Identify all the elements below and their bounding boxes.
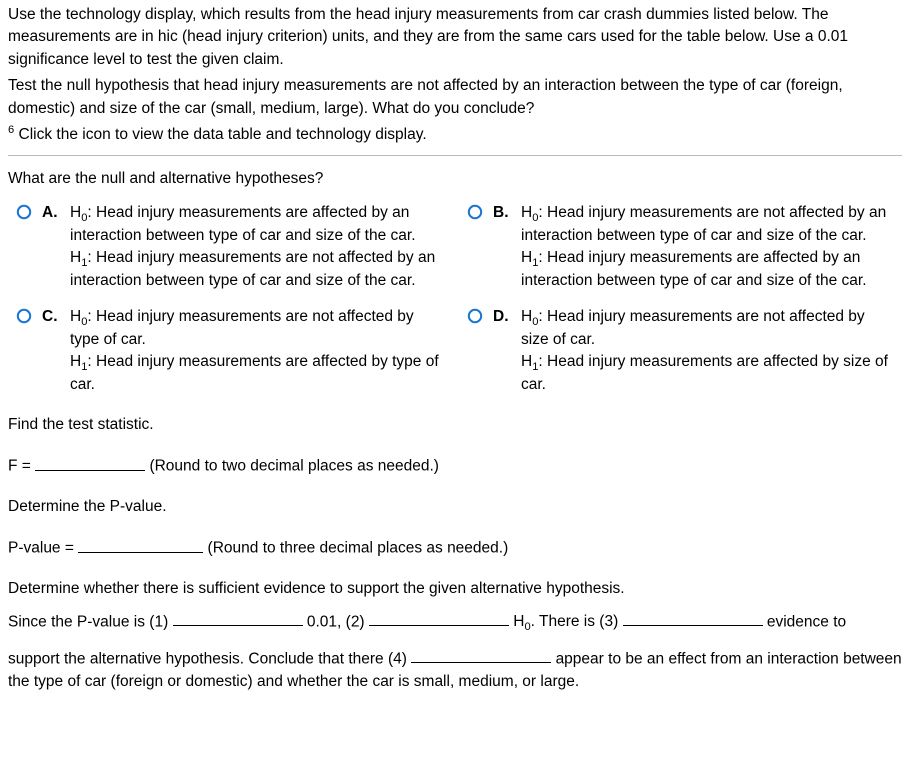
intro-paragraph-3: 6 Click the icon to view the data table …: [8, 124, 902, 146]
pvalue-label: P-value =: [8, 540, 74, 557]
concl-s1b: 0.01, (2): [307, 613, 365, 630]
blank-2[interactable]: [369, 611, 509, 627]
question-hypotheses: What are the null and alternative hypoth…: [8, 168, 902, 190]
choice-grid: A. H0: Head injury measurements are affe…: [8, 202, 902, 396]
choice-d-letter: D.: [493, 306, 513, 328]
pvalue-hint: (Round to three decimal places as needed…: [208, 540, 509, 557]
choice-d-body: H0: Head injury measurements are not aff…: [521, 306, 894, 396]
concl-s1a: Since the P-value is (1): [8, 613, 168, 630]
radio-b-icon[interactable]: [467, 204, 483, 220]
divider: [8, 155, 902, 156]
f-line: F = (Round to two decimal places as need…: [8, 452, 902, 478]
blank-1[interactable]: [173, 611, 303, 627]
pvalue-input[interactable]: [78, 534, 203, 553]
radio-a-icon[interactable]: [16, 204, 32, 220]
f-input[interactable]: [35, 452, 145, 471]
choice-c-letter: C.: [42, 306, 62, 328]
intro-p3-text: Click the icon to view the data table an…: [14, 126, 426, 143]
choice-b-body: H0: Head injury measurements are not aff…: [521, 202, 894, 292]
choice-d[interactable]: D. H0: Head injury measurements are not …: [467, 306, 894, 396]
f-label: F =: [8, 458, 31, 475]
choice-c[interactable]: C. H0: Head injury measurements are not …: [16, 306, 443, 396]
blank-4[interactable]: [411, 648, 551, 664]
conclusion-title: Determine whether there is sufficient ev…: [8, 578, 902, 600]
pvalue-title: Determine the P-value.: [8, 496, 902, 518]
f-hint: (Round to two decimal places as needed.): [149, 458, 439, 475]
blank-3[interactable]: [623, 611, 763, 627]
choice-a-letter: A.: [42, 202, 62, 224]
choice-c-body: H0: Head injury measurements are not aff…: [70, 306, 443, 396]
pvalue-line: P-value = (Round to three decimal places…: [8, 534, 902, 560]
intro-paragraph-2: Test the null hypothesis that head injur…: [8, 75, 902, 120]
concl-s2a: support the alternative hypothesis. Conc…: [8, 650, 407, 667]
choice-a-body: H0: Head injury measurements are affecte…: [70, 202, 443, 292]
conclusion-body: Since the P-value is (1) 0.01, (2) H0. T…: [8, 611, 902, 693]
find-test-stat-title: Find the test statistic.: [8, 414, 902, 436]
intro-paragraph-1: Use the technology display, which result…: [8, 4, 902, 71]
radio-c-icon[interactable]: [16, 308, 32, 324]
radio-d-icon[interactable]: [467, 308, 483, 324]
concl-s1d: evidence to: [767, 613, 846, 630]
choice-b[interactable]: B. H0: Head injury measurements are not …: [467, 202, 894, 292]
choice-a[interactable]: A. H0: Head injury measurements are affe…: [16, 202, 443, 292]
choice-b-letter: B.: [493, 202, 513, 224]
concl-s1c: H0. There is (3): [513, 613, 618, 630]
